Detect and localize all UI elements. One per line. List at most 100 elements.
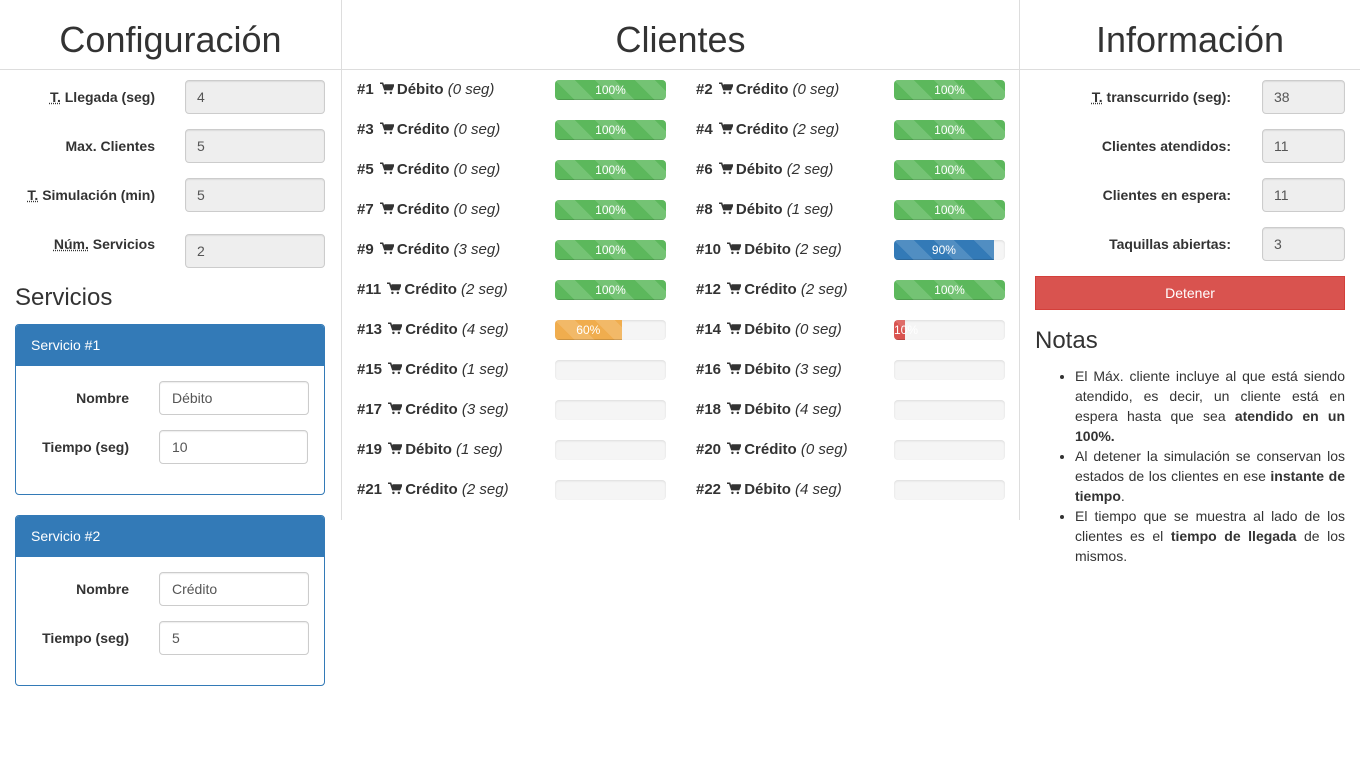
client-arrival-time: (4 seg) [461,321,509,338]
service-name-input[interactable] [159,572,309,606]
client-item: #21 Crédito (2 seg) [357,480,667,500]
service-name-label: Nombre [76,390,129,406]
client-service: Débito [744,361,791,378]
service-panel-heading: Servicio #1 [16,325,324,366]
shopping-cart-icon [718,82,733,95]
client-service: Crédito [405,361,458,378]
client-arrival-time: (1 seg) [461,361,509,378]
shopping-cart-icon [727,442,742,455]
client-number: #22 [696,481,722,498]
client-number: #10 [696,241,722,258]
client-arrival-time: (3 seg) [461,401,509,418]
client-number: #13 [357,321,383,338]
sim-time-field[interactable]: 5 [185,178,325,212]
client-progress-fill: 60% [555,320,622,340]
client-progress-bar: 100% [894,280,1005,300]
elapsed-time-field[interactable]: 38 [1262,80,1345,114]
arrival-time-field[interactable]: 4 [185,80,325,114]
client-progress-fill: 100% [555,240,666,260]
client-description: #21 Crédito (2 seg) [357,480,509,500]
served-clients-field[interactable]: 11 [1262,129,1345,163]
arrival-time-label: T. Llegada (seg) [50,80,155,114]
client-progress-bar: 10% [894,320,1005,340]
client-progress-bar [555,480,666,500]
client-service: Crédito [744,281,797,298]
clients-column: Clientes #1 Débito (0 seg) 100% #2 Crédi… [341,0,1020,520]
client-description: #14 Débito (0 seg) [696,320,842,340]
num-services-label-text: Servicios [88,236,155,252]
client-progress-fill: 10% [894,320,918,340]
client-progress-bar [894,480,1005,500]
client-description: #20 Crédito (0 seg) [696,440,848,460]
client-number: #9 [357,241,374,258]
elapsed-time-label: T. transcurrido (seg): [1092,80,1231,114]
client-progress-bar: 60% [555,320,666,340]
note-emphasis: tiempo de llegada [1170,528,1297,544]
client-description: #9 Crédito (3 seg) [357,240,500,260]
client-description: #7 Crédito (0 seg) [357,200,500,220]
client-progress-fill: 90% [894,240,994,260]
service-time-input[interactable] [159,430,308,464]
shopping-cart-icon [388,322,403,335]
arrival-time-abbr: T. [49,89,61,105]
note-item: El tiempo que se muestra al lado de los … [1075,506,1345,566]
client-service: Crédito [735,81,789,98]
client-arrival-time: (0 seg) [453,161,501,178]
client-progress-bar: 100% [555,120,666,140]
client-service: Débito [744,401,791,418]
client-number: #11 [357,281,382,298]
shopping-cart-icon [379,162,394,175]
client-arrival-time: (1 seg) [456,441,503,458]
client-item: #6 Débito (2 seg) 100% [696,160,1006,180]
stop-button[interactable]: Detener [1035,276,1345,310]
client-item: #8 Débito (1 seg) 100% [696,200,1006,220]
client-service: Débito [744,321,791,338]
info-title: Información [1020,0,1360,70]
client-description: #4 Crédito (2 seg) [696,120,839,140]
client-progress-bar: 100% [555,160,666,180]
client-item: #12 Crédito (2 seg) 100% [696,280,1006,300]
client-arrival-time: (0 seg) [453,121,501,138]
client-description: #18 Débito (4 seg) [696,400,842,420]
client-description: #16 Débito (3 seg) [696,360,842,380]
waiting-clients-field[interactable]: 11 [1262,178,1345,212]
client-service: Crédito [405,401,458,418]
client-item: #13 Crédito (4 seg) 60% [357,320,667,340]
client-description: #6 Débito (2 seg) [696,160,833,180]
client-service: Crédito [744,441,797,458]
service-name-input[interactable] [159,381,309,415]
shopping-cart-icon [727,402,742,415]
client-service: Débito [396,81,444,98]
shopping-cart-icon [388,482,403,495]
client-progress-bar: 100% [894,80,1005,100]
service-time-label-row: Tiempo (seg) [16,430,129,464]
client-progress-bar [555,400,666,420]
client-description: #1 Débito (0 seg) [357,80,494,100]
max-clients-field[interactable]: 5 [185,129,325,163]
client-number: #1 [357,81,374,98]
client-description: #8 Débito (1 seg) [696,200,833,220]
arrival-time-label-row: T. Llegada (seg) [15,80,155,114]
shopping-cart-icon [388,402,403,415]
client-arrival-time: (0 seg) [795,321,842,338]
client-item: #9 Crédito (3 seg) 100% [357,240,667,260]
note-text-end: . [1120,488,1125,504]
served-clients-label: Clientes atendidos: [1101,138,1231,154]
elapsed-time-label-text: transcurrido (seg): [1102,89,1231,105]
client-arrival-time: (0 seg) [453,201,501,218]
service-time-input[interactable] [159,621,309,655]
client-progress-fill: 100% [555,200,666,220]
service-name-label-row: Nombre [16,572,129,606]
client-arrival-time: (3 seg) [453,241,501,258]
num-services-field[interactable]: 2 [185,234,325,268]
client-item: #3 Crédito (0 seg) 100% [357,120,667,140]
client-progress-bar [894,440,1005,460]
max-clients-label-text: Max. Clientes [65,138,155,154]
info-column: Información T. transcurrido (seg): 38 Cl… [1020,0,1360,564]
open-counters-field[interactable]: 3 [1262,227,1345,261]
client-description: #10 Débito (2 seg) [696,240,842,260]
client-number: #4 [696,121,713,138]
client-item: #22 Débito (4 seg) [696,480,1006,500]
client-service: Crédito [396,121,450,138]
client-arrival-time: (2 seg) [461,281,508,298]
